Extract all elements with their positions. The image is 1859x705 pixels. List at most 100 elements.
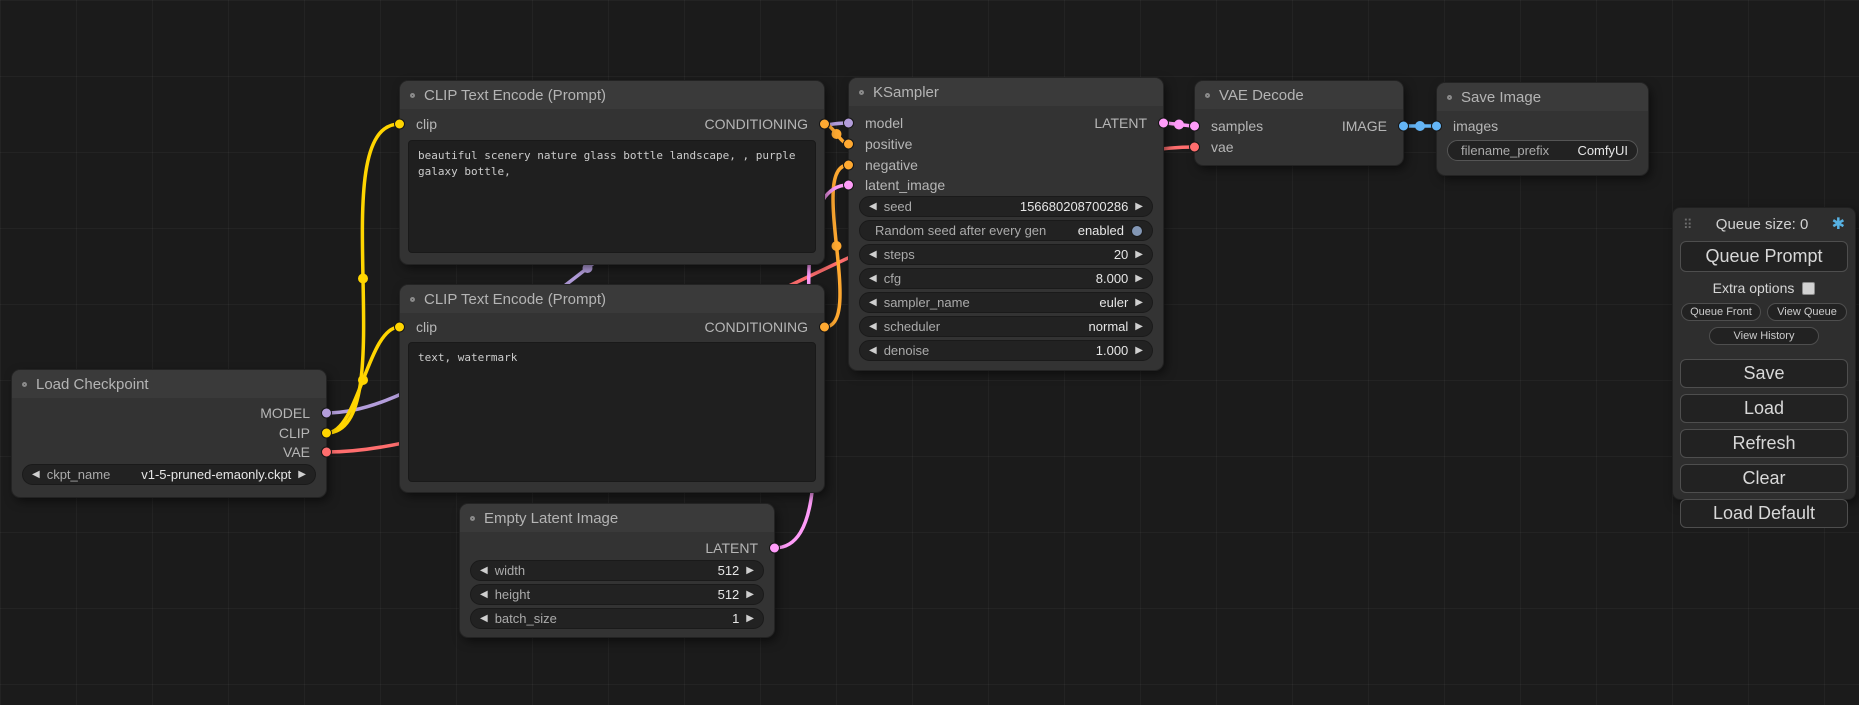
widget-seed[interactable]: ◀ seed 156680208700286 ▶: [859, 196, 1153, 217]
node-title: Save Image: [1461, 89, 1541, 106]
output-dot-latent[interactable]: [1158, 118, 1169, 129]
collapse-dot-icon[interactable]: [859, 90, 864, 95]
widget-denoise[interactable]: ◀ denoise 1.000 ▶: [859, 340, 1153, 361]
increment-arrow-icon[interactable]: ▶: [746, 614, 754, 624]
collapse-dot-icon[interactable]: [1447, 95, 1452, 100]
increment-arrow-icon[interactable]: ▶: [1135, 274, 1143, 284]
input-dot-positive[interactable]: [843, 139, 854, 150]
node-header[interactable]: KSampler: [849, 78, 1163, 106]
input-dot-negative[interactable]: [843, 160, 854, 171]
increment-arrow-icon[interactable]: ▶: [746, 590, 754, 600]
toggle-dot-icon[interactable]: [1131, 225, 1143, 237]
node-vae-decode[interactable]: VAE Decode samples IMAGE vae: [1195, 81, 1403, 165]
load-default-button[interactable]: Load Default: [1680, 499, 1848, 528]
input-label: negative: [865, 157, 918, 173]
view-queue-button[interactable]: View Queue: [1767, 303, 1847, 321]
decrement-arrow-icon[interactable]: ◀: [480, 614, 488, 624]
widget-batch-size[interactable]: ◀ batch_size 1 ▶: [470, 608, 764, 629]
output-slot-conditioning: CONDITIONING: [400, 317, 824, 337]
increment-arrow-icon[interactable]: ▶: [746, 566, 754, 576]
widget-name: scheduler: [884, 319, 940, 334]
collapse-dot-icon[interactable]: [410, 93, 415, 98]
node-header[interactable]: Empty Latent Image: [460, 504, 774, 532]
node-clip-text-encode-negative[interactable]: CLIP Text Encode (Prompt) clip CONDITION…: [400, 285, 824, 492]
decrement-arrow-icon[interactable]: ◀: [480, 566, 488, 576]
widget-random-seed-toggle[interactable]: Random seed after every gen enabled: [859, 220, 1153, 241]
output-dot-conditioning[interactable]: [819, 322, 830, 333]
comfy-menu-panel[interactable]: ⠿ Queue size: 0 ✱ Queue Prompt Extra opt…: [1672, 207, 1856, 500]
wire-midpoint-dot: [358, 274, 368, 284]
widget-cfg[interactable]: ◀ cfg 8.000 ▶: [859, 268, 1153, 289]
extra-options-checkbox[interactable]: [1802, 282, 1815, 295]
input-dot-images[interactable]: [1431, 121, 1442, 132]
decrement-arrow-icon[interactable]: ◀: [32, 470, 40, 480]
collapse-dot-icon[interactable]: [1205, 93, 1210, 98]
wire-clip: [327, 327, 400, 433]
output-dot-latent[interactable]: [769, 543, 780, 554]
output-dot-clip[interactable]: [321, 428, 332, 439]
widget-filename-prefix[interactable]: filename_prefix ComfyUI: [1447, 140, 1638, 161]
widget-name: seed: [884, 199, 912, 214]
node-load-checkpoint[interactable]: Load Checkpoint MODEL CLIP VAE ◀ ckpt_na…: [12, 370, 326, 497]
output-slot-vae: VAE: [12, 442, 326, 462]
node-header[interactable]: VAE Decode: [1195, 81, 1403, 109]
wire-midpoint-dot: [1415, 121, 1425, 131]
graph-canvas[interactable]: Load Checkpoint MODEL CLIP VAE ◀ ckpt_na…: [0, 0, 1859, 705]
save-button[interactable]: Save: [1680, 359, 1848, 388]
input-dot-latent-image[interactable]: [843, 180, 854, 191]
increment-arrow-icon[interactable]: ▶: [1135, 322, 1143, 332]
output-label: CONDITIONING: [705, 319, 808, 335]
node-clip-text-encode-positive[interactable]: CLIP Text Encode (Prompt) clip CONDITION…: [400, 81, 824, 264]
output-dot-vae[interactable]: [321, 447, 332, 458]
widget-scheduler[interactable]: ◀ scheduler normal ▶: [859, 316, 1153, 337]
widget-name: width: [495, 563, 525, 578]
node-header[interactable]: CLIP Text Encode (Prompt): [400, 285, 824, 313]
widget-value: v1-5-pruned-emaonly.ckpt: [141, 467, 291, 482]
node-header[interactable]: CLIP Text Encode (Prompt): [400, 81, 824, 109]
prompt-textarea[interactable]: beautiful scenery nature glass bottle la…: [408, 140, 816, 253]
widget-ckpt-name[interactable]: ◀ ckpt_name v1-5-pruned-emaonly.ckpt ▶: [22, 464, 316, 485]
decrement-arrow-icon[interactable]: ◀: [869, 322, 877, 332]
view-history-button[interactable]: View History: [1709, 327, 1819, 345]
widget-steps[interactable]: ◀ steps 20 ▶: [859, 244, 1153, 265]
node-header[interactable]: Load Checkpoint: [12, 370, 326, 398]
widget-name: batch_size: [495, 611, 557, 626]
increment-arrow-icon[interactable]: ▶: [1135, 202, 1143, 212]
prompt-textarea[interactable]: text, watermark: [408, 342, 816, 482]
widget-height[interactable]: ◀ height 512 ▶: [470, 584, 764, 605]
increment-arrow-icon[interactable]: ▶: [1135, 298, 1143, 308]
wire-midpoint-dot: [832, 241, 842, 251]
clear-button[interactable]: Clear: [1680, 464, 1848, 493]
queue-front-button[interactable]: Queue Front: [1681, 303, 1761, 321]
decrement-arrow-icon[interactable]: ◀: [869, 298, 877, 308]
load-button[interactable]: Load: [1680, 394, 1848, 423]
settings-gear-icon[interactable]: ✱: [1832, 217, 1845, 233]
input-dot-vae[interactable]: [1189, 142, 1200, 153]
increment-arrow-icon[interactable]: ▶: [1135, 250, 1143, 260]
queue-prompt-button[interactable]: Queue Prompt: [1680, 241, 1848, 272]
decrement-arrow-icon[interactable]: ◀: [869, 250, 877, 260]
increment-arrow-icon[interactable]: ▶: [298, 470, 306, 480]
input-label: vae: [1211, 139, 1234, 155]
output-dot-model[interactable]: [321, 408, 332, 419]
node-header[interactable]: Save Image: [1437, 83, 1648, 111]
collapse-dot-icon[interactable]: [410, 297, 415, 302]
widget-name: ckpt_name: [47, 467, 111, 482]
decrement-arrow-icon[interactable]: ◀: [869, 274, 877, 284]
increment-arrow-icon[interactable]: ▶: [1135, 346, 1143, 356]
node-empty-latent-image[interactable]: Empty Latent Image LATENT ◀ width 512 ▶ …: [460, 504, 774, 637]
decrement-arrow-icon[interactable]: ◀: [869, 346, 877, 356]
collapse-dot-icon[interactable]: [470, 516, 475, 521]
decrement-arrow-icon[interactable]: ◀: [869, 202, 877, 212]
output-dot-conditioning[interactable]: [819, 119, 830, 130]
collapse-dot-icon[interactable]: [22, 382, 27, 387]
widget-width[interactable]: ◀ width 512 ▶: [470, 560, 764, 581]
widget-sampler-name[interactable]: ◀ sampler_name euler ▶: [859, 292, 1153, 313]
drag-handle-icon[interactable]: ⠿: [1683, 218, 1693, 231]
refresh-button[interactable]: Refresh: [1680, 429, 1848, 458]
node-save-image[interactable]: Save Image images filename_prefix ComfyU…: [1437, 83, 1648, 175]
output-dot-image[interactable]: [1398, 121, 1409, 132]
output-label: LATENT: [1094, 115, 1147, 131]
decrement-arrow-icon[interactable]: ◀: [480, 590, 488, 600]
node-ksampler[interactable]: KSampler model LATENT positive negative …: [849, 78, 1163, 370]
